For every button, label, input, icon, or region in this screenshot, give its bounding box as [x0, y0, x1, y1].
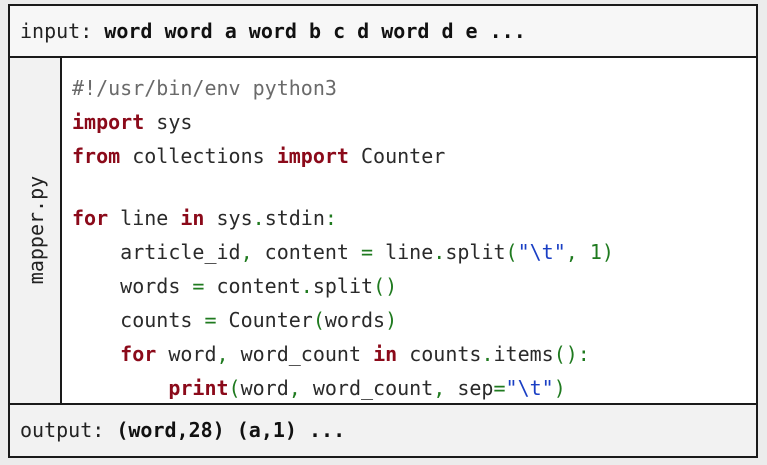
identifier: words	[324, 308, 386, 332]
number-literal: 1	[589, 240, 602, 264]
operator: (	[312, 308, 325, 332]
side-label-box: mapper.py	[10, 58, 62, 403]
keyword: import	[72, 110, 145, 134]
identifier: split	[312, 274, 374, 298]
output-paren: (	[116, 418, 129, 442]
operator: )	[601, 240, 614, 264]
code-line-2: import sys	[72, 105, 756, 139]
module-name: sys	[144, 110, 193, 134]
code-line-7: words = content.split()	[72, 269, 756, 303]
mapper-section: mapper.py #!/usr/bin/env python3 import …	[10, 58, 756, 403]
keyword: for	[120, 342, 157, 366]
keyword: import	[276, 144, 349, 168]
operator: ()	[373, 274, 398, 298]
operator: .	[433, 240, 446, 264]
operator: =	[361, 240, 374, 264]
identifier: word	[156, 342, 217, 366]
shebang: #!/usr/bin/env python3	[72, 76, 337, 100]
operator: =	[204, 308, 217, 332]
output-prefix: output:	[20, 418, 117, 442]
identifier: word_count	[300, 376, 434, 400]
operator: ,	[565, 240, 578, 264]
string-literal: "\t"	[505, 376, 554, 400]
identifier: stdin	[264, 206, 325, 230]
operator: ,	[433, 376, 446, 400]
code-line-10: print(word, word_count, sep="\t")	[72, 371, 756, 405]
operator: .	[252, 206, 265, 230]
operator: .	[300, 274, 313, 298]
operator: .	[481, 342, 494, 366]
identifier: items	[493, 342, 554, 366]
identifier: line	[373, 240, 434, 264]
operator: ():	[553, 342, 590, 366]
identifier: sys	[204, 206, 253, 230]
code-line-6: article_id, content = line.split("\t", 1…	[72, 235, 756, 269]
operator: )	[553, 376, 566, 400]
operator: (	[228, 376, 241, 400]
input-bar: input: word word a word b c d word d e .…	[10, 6, 756, 58]
keyword: from	[72, 144, 121, 168]
operator: :	[324, 206, 337, 230]
code-line-8: counts = Counter(words)	[72, 303, 756, 337]
keyword: in	[180, 206, 205, 230]
operator: ,	[288, 376, 301, 400]
diagram-frame: input: word word a word b c d word d e .…	[8, 4, 758, 458]
operator: =	[192, 274, 205, 298]
code-line-9: for word, word_count in counts.items():	[72, 337, 756, 371]
identifier: Counter	[216, 308, 313, 332]
identifier: article_id	[120, 240, 241, 264]
operator: ,	[216, 342, 229, 366]
identifier: word_count	[228, 342, 374, 366]
identifier: line	[108, 206, 181, 230]
module-name: collections	[120, 144, 277, 168]
operator: (	[505, 240, 518, 264]
code-line-1: #!/usr/bin/env python3	[72, 71, 756, 105]
identifier: split	[445, 240, 506, 264]
identifier: sep	[445, 376, 494, 400]
keyword: in	[373, 342, 398, 366]
code-line-5: for line in sys.stdin:	[72, 201, 756, 235]
output-bar: output: (word,28) (a,1) ...	[10, 403, 756, 456]
input-value: word word a word b c d word d e ...	[104, 19, 526, 43]
operator: =	[493, 376, 506, 400]
import-name: Counter	[348, 144, 446, 168]
side-label: mapper.py	[24, 175, 48, 285]
output-word: word	[128, 418, 177, 442]
identifier: word	[240, 376, 289, 400]
keyword: print	[168, 376, 229, 400]
keyword: for	[72, 206, 109, 230]
identifier: words	[120, 274, 193, 298]
operator: ,	[240, 240, 253, 264]
code-block: #!/usr/bin/env python3 import sys from c…	[62, 58, 756, 403]
string-literal: "\t"	[517, 240, 566, 264]
identifier: content	[252, 240, 362, 264]
operator: )	[385, 308, 398, 332]
identifier: content	[204, 274, 301, 298]
input-prefix: input:	[20, 19, 105, 43]
identifier: counts	[397, 342, 482, 366]
identifier: counts	[120, 308, 205, 332]
output-rest: ,28) (a,1) ...	[176, 418, 346, 442]
code-line-3: from collections import Counter	[72, 139, 756, 173]
